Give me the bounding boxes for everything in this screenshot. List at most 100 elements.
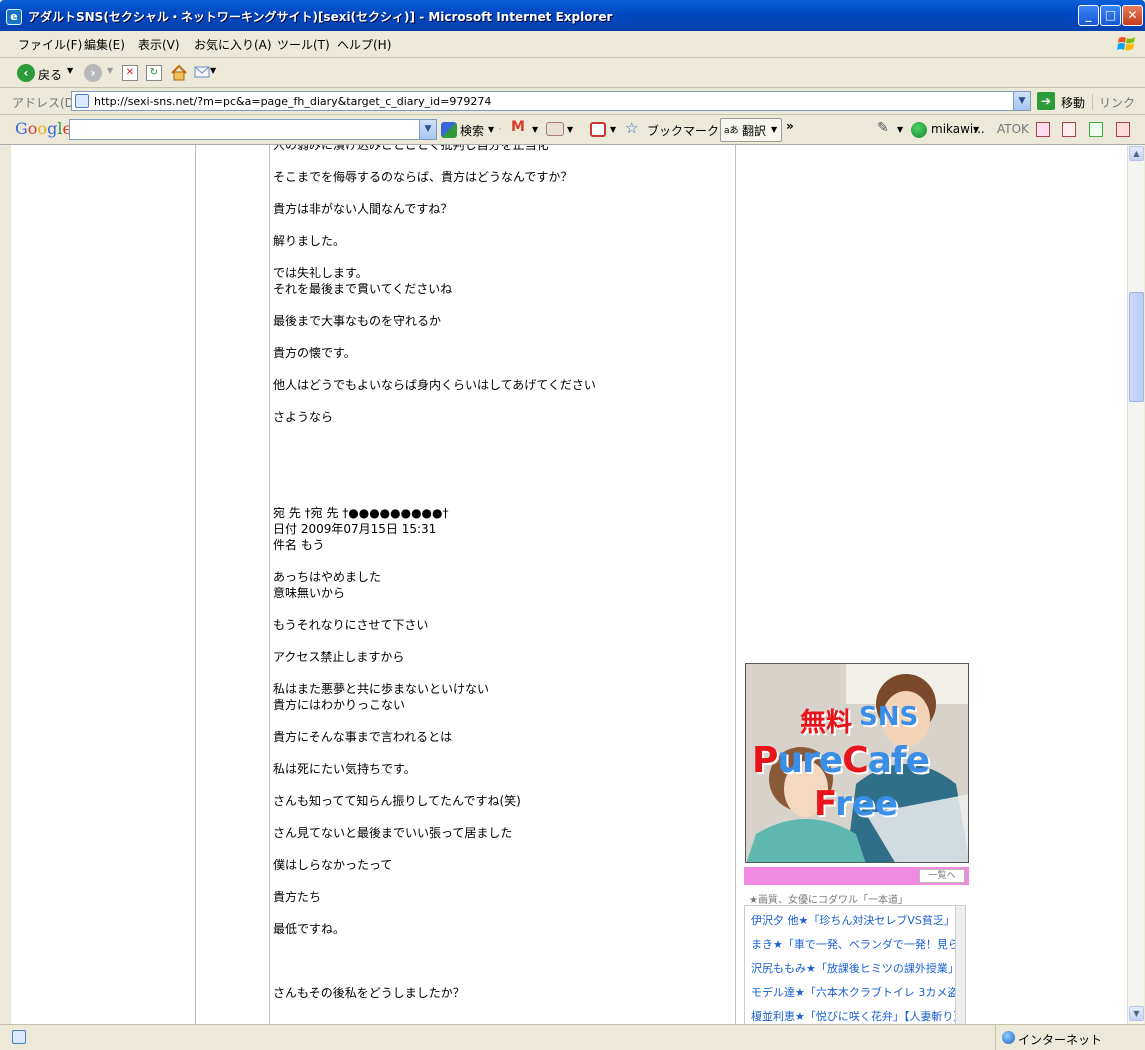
google-logo[interactable]: Google <box>15 119 72 138</box>
gmail-dropdown-icon[interactable]: ▼ <box>532 125 538 134</box>
popup-blocker-icon[interactable] <box>590 122 606 137</box>
diary-line: 人の弱みに漬け込みことごとく批判し自分を正当化 <box>273 145 549 152</box>
ad-list-button[interactable]: 一覧へ <box>919 869 965 883</box>
bookmarks-button[interactable]: ブックマーク <box>647 122 719 139</box>
minimize-button[interactable]: _ <box>1078 5 1099 26</box>
translate-dropdown-icon[interactable]: ▼ <box>771 125 777 134</box>
menu-file[interactable]: ファイル(F) <box>18 36 82 53</box>
account-dropdown-icon[interactable]: ▼ <box>973 125 979 134</box>
atok-tool-3-icon[interactable] <box>1089 122 1103 137</box>
atok-label[interactable]: ATOK <box>997 122 1029 136</box>
ad-link[interactable]: モデル達★「六本木クラブトイレ 3カメ盗撮」 <box>751 984 965 1000</box>
diary-line: 最後まで大事なものを守れるか <box>273 314 442 328</box>
diary-blank-line <box>273 185 733 201</box>
menu-help[interactable]: ヘルプ(H) <box>337 36 391 53</box>
menu-view[interactable]: 表示(V) <box>138 36 180 53</box>
page-content: 人の弱みに漬け込みことごとく批判し自分を正当化 そこまでを侮辱するのならば、貴方は… <box>11 145 1127 1024</box>
diary-line: 最低ですね。 <box>273 922 346 936</box>
vertical-scrollbar[interactable]: ▲ ▼ <box>1127 145 1144 1024</box>
google-search-button[interactable]: 検索 <box>460 122 484 139</box>
column-divider <box>269 145 270 1024</box>
diary-blank-line <box>273 777 733 793</box>
address-dropdown-icon[interactable]: ▼ <box>1013 92 1030 110</box>
atok-tool-1-icon[interactable] <box>1036 122 1050 137</box>
mail-dropdown-icon[interactable]: ▼ <box>210 66 216 75</box>
share-icon[interactable] <box>546 122 564 136</box>
diary-line: 他人はどうでもよいならば身内くらいはしてあげてください <box>273 378 596 392</box>
links-button[interactable]: リンク <box>1099 94 1135 111</box>
ie-icon: e <box>6 9 22 25</box>
stop-icon[interactable]: ✕ <box>122 65 138 81</box>
translate-button[interactable]: 翻訳 <box>742 122 766 139</box>
settings-dropdown-icon[interactable]: ▼ <box>897 125 903 134</box>
scroll-down-icon[interactable]: ▼ <box>1129 1006 1144 1021</box>
divider <box>1092 94 1093 110</box>
diary-line: さん見てないと最後までいい張って居ました <box>273 826 513 840</box>
search-dropdown-icon[interactable]: ▼ <box>488 125 494 134</box>
diary-blank-line <box>273 713 733 729</box>
maximize-button[interactable]: □ <box>1100 5 1121 26</box>
diary-line: 僕はしらなかったって <box>273 858 393 872</box>
menu-edit[interactable]: 編集(E) <box>84 36 125 53</box>
diary-line: 貴方たち <box>273 890 322 904</box>
back-button-label[interactable]: 戻る <box>38 66 62 83</box>
diary-line: 貴方は非がない人間なんですね？ <box>273 202 453 216</box>
atok-tool-4-icon[interactable] <box>1116 122 1130 137</box>
diary-line: 解りました。 <box>273 234 346 248</box>
go-button[interactable]: 移動 <box>1061 94 1085 111</box>
forward-arrow-icon[interactable]: › <box>84 64 102 82</box>
ad-link[interactable]: 沢尻ももみ★「放課後ヒミツの課外授業」 <box>751 960 959 976</box>
google-search-dropdown-icon[interactable]: ▼ <box>419 120 436 139</box>
diary-line: 貴方の懐です。 <box>273 346 356 360</box>
address-label: アドレス(D) <box>12 96 79 110</box>
back-arrow-icon[interactable]: ‹ <box>17 64 35 82</box>
bookmark-star-icon[interactable]: ☆ <box>625 119 638 137</box>
diary-blank-line <box>273 953 733 969</box>
google-search-input[interactable]: ▼ <box>69 119 437 140</box>
separator-icon: · <box>498 122 502 136</box>
ad-title-muryo: 無料 <box>800 708 853 738</box>
menu-tools[interactable]: ツール(T) <box>277 36 330 53</box>
diary-line: 件名 もう <box>273 538 325 552</box>
scroll-up-icon[interactable]: ▲ <box>1129 146 1144 161</box>
more-chevron-icon[interactable]: » <box>786 119 794 133</box>
diary-blank-line <box>273 633 733 649</box>
home-icon[interactable] <box>170 64 188 82</box>
back-dropdown-icon[interactable]: ▼ <box>67 66 73 75</box>
atok-tool-2-icon[interactable] <box>1062 122 1076 137</box>
gmail-icon[interactable]: M <box>511 119 525 135</box>
ad-link[interactable]: 榎並利恵★「悦びに咲く花弁」【人妻斬り】 <box>751 1008 964 1024</box>
popup-dropdown-icon[interactable]: ▼ <box>610 125 616 134</box>
ad-link-box: 一覧へ ★画質、女優にコダワル「一本道」 伊沢夕 他★「珍ちん対決セレブVS貧乏… <box>744 867 969 1024</box>
diary-line: 意味無いから <box>273 586 346 600</box>
share-dropdown-icon[interactable]: ▼ <box>567 125 573 134</box>
diary-line: 私は死にたい気持ちです。 <box>273 762 416 776</box>
forward-dropdown-icon[interactable]: ▼ <box>107 66 113 75</box>
go-arrow-icon[interactable]: ➔ <box>1037 92 1055 110</box>
diary-blank-line <box>273 329 733 345</box>
refresh-icon[interactable]: ↻ <box>146 65 162 81</box>
menu-bar: ファイル(F) 編集(E) 表示(V) お気に入り(A) ツール(T) ヘルプ(… <box>0 31 1145 58</box>
diary-blank-line <box>273 553 733 569</box>
menu-favorites[interactable]: お気に入り(A) <box>194 36 272 53</box>
diary-blank-line <box>273 361 733 377</box>
diary-blank-line <box>273 297 733 313</box>
ad-link[interactable]: 伊沢夕 他★「珍ちん対決セレブVS貧乏」 <box>751 912 955 928</box>
ad-link[interactable]: まき★「車で一発、ベランダで一発！見られ <box>751 936 965 952</box>
ad-scrollbar[interactable] <box>955 906 965 1024</box>
close-button[interactable]: ✕ <box>1122 5 1143 26</box>
ad-banner[interactable]: 無料 SNS PureCafe Free <box>745 663 969 863</box>
globe-icon <box>1002 1031 1015 1044</box>
address-input[interactable]: http://sexi-sns.net/?m=pc&a=page_fh_diar… <box>71 91 1031 111</box>
scroll-thumb[interactable] <box>1129 292 1144 402</box>
google-toolbar: Google ▼ 検索 ▼ · M ▼ ▼ ▼ ☆ ブックマーク aあ 翻訳 ▼… <box>0 115 1145 145</box>
diary-blank-line <box>273 217 733 233</box>
google-search-icon[interactable] <box>441 122 457 138</box>
diary-blank-line <box>273 457 733 473</box>
diary-blank-line <box>273 249 733 265</box>
status-bar: インターネット <box>0 1024 1145 1050</box>
diary-blank-line <box>273 425 733 441</box>
settings-wrench-icon[interactable]: ✎ <box>877 120 889 136</box>
address-url[interactable]: http://sexi-sns.net/?m=pc&a=page_fh_diar… <box>94 95 491 108</box>
diary-line: 日付 2009年07月15日 15:31 <box>273 522 437 536</box>
